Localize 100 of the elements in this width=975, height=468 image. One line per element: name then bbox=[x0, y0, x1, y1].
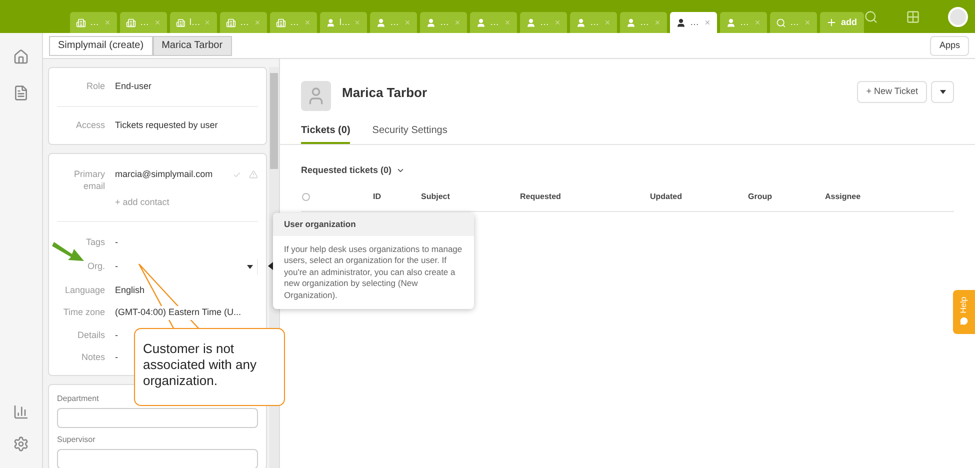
column-header: Requested bbox=[520, 190, 562, 202]
tab-label: … bbox=[390, 16, 399, 29]
tab[interactable]: l… bbox=[320, 12, 367, 33]
tab-label: … bbox=[640, 16, 649, 29]
tab-label: l… bbox=[189, 16, 200, 29]
building-icon bbox=[276, 18, 286, 28]
tab[interactable]: … bbox=[420, 12, 467, 33]
tab-label: l… bbox=[339, 16, 350, 29]
tab[interactable]: … bbox=[270, 12, 317, 33]
check-icon bbox=[233, 170, 241, 179]
user-icon bbox=[476, 18, 486, 28]
input-field[interactable] bbox=[57, 408, 258, 428]
field-label: Role bbox=[85, 80, 106, 93]
building-icon bbox=[176, 18, 186, 28]
avatar-icon bbox=[301, 81, 331, 111]
subtab[interactable]: Simplymail (create) bbox=[49, 36, 153, 56]
building-icon bbox=[76, 18, 86, 28]
field-label: Tags bbox=[84, 236, 106, 249]
chat-icon bbox=[960, 317, 968, 325]
dropdown-button[interactable] bbox=[931, 81, 954, 103]
tab-label: … bbox=[140, 16, 149, 29]
tab-label: … bbox=[440, 16, 449, 29]
tab[interactable]: … bbox=[370, 12, 417, 33]
column-header: ID bbox=[373, 190, 382, 202]
input-field[interactable] bbox=[57, 448, 258, 468]
pointer-icon bbox=[268, 262, 273, 270]
tab[interactable]: Security Settings bbox=[372, 123, 448, 144]
column-header: Updated bbox=[650, 190, 683, 202]
avatar-icon[interactable] bbox=[948, 6, 968, 26]
field-label: Language bbox=[64, 284, 106, 297]
field-label: Access bbox=[74, 118, 106, 132]
tooltip-text: If your help desk uses organizations to manage users, select an organization for the user. If you're an administrator, you can also create a new organization by selecting (New Organization). bbox=[283, 242, 464, 302]
tab-label: … bbox=[590, 16, 599, 29]
tab-label: … bbox=[790, 16, 799, 29]
tab[interactable]: l… bbox=[170, 12, 217, 33]
field-label: Notes bbox=[80, 351, 106, 364]
add-contact-link[interactable]: + add contact bbox=[115, 196, 258, 209]
user-icon bbox=[526, 18, 536, 28]
settings-icon[interactable] bbox=[13, 436, 29, 452]
tab-label: … bbox=[490, 16, 499, 29]
tab[interactable]: … bbox=[770, 12, 817, 33]
help-tab[interactable]: Help bbox=[953, 290, 975, 334]
user-icon bbox=[326, 18, 336, 28]
tab[interactable]: … bbox=[220, 12, 267, 33]
column-header: Group bbox=[748, 190, 773, 202]
tab-label: … bbox=[690, 16, 699, 29]
plus-icon bbox=[826, 17, 837, 28]
tab[interactable]: … bbox=[120, 12, 167, 33]
caret-icon bbox=[247, 264, 253, 268]
apps-grid-icon[interactable] bbox=[906, 10, 920, 24]
chart-icon[interactable] bbox=[13, 404, 29, 420]
column-header: Subject bbox=[421, 190, 451, 202]
field-value: English bbox=[115, 284, 145, 297]
tab[interactable]: … bbox=[620, 12, 667, 33]
apps-button[interactable]: Apps bbox=[930, 36, 969, 56]
user-icon bbox=[376, 18, 386, 28]
tab[interactable]: … bbox=[70, 12, 117, 33]
caret-icon bbox=[940, 90, 946, 94]
field-label: Org. bbox=[86, 260, 106, 273]
field-label: Department bbox=[57, 392, 100, 404]
field-value: (GMT-04:00) Eastern Time (U... bbox=[115, 306, 242, 320]
tab[interactable]: … bbox=[570, 12, 617, 33]
search-icon[interactable] bbox=[864, 10, 878, 24]
tab[interactable]: … bbox=[670, 12, 717, 33]
section-heading: Requested tickets (0) bbox=[301, 164, 392, 177]
tab-label: … bbox=[240, 16, 249, 29]
add-tab[interactable]: add bbox=[820, 12, 864, 33]
tab-label: add bbox=[841, 16, 858, 29]
tab-label: … bbox=[740, 16, 749, 29]
tab-label: … bbox=[290, 16, 299, 29]
field-label: Supervisor bbox=[57, 434, 96, 446]
tab[interactable]: … bbox=[520, 12, 567, 33]
tab[interactable]: Tickets (0) bbox=[301, 123, 350, 144]
tab-label: … bbox=[90, 16, 99, 29]
search-icon bbox=[776, 18, 786, 28]
user-icon bbox=[626, 18, 636, 28]
field-value: marcia@simplymail.com bbox=[115, 168, 213, 181]
new-ticket-button[interactable]: + New Ticket bbox=[857, 81, 927, 103]
field-label: Primary email bbox=[73, 168, 106, 193]
building-icon bbox=[226, 18, 236, 28]
help-label: Help bbox=[958, 296, 969, 314]
field-value: Tickets requested by user bbox=[115, 118, 218, 132]
tab[interactable]: … bbox=[470, 12, 517, 33]
building-icon bbox=[126, 18, 136, 28]
user-icon bbox=[676, 18, 686, 28]
tab-label: … bbox=[540, 16, 549, 29]
field-value: End-user bbox=[115, 80, 152, 93]
user-icon bbox=[726, 18, 736, 28]
field-label: Details bbox=[76, 328, 106, 342]
tab[interactable]: … bbox=[720, 12, 767, 33]
profile-name: Marica Tarbor bbox=[342, 84, 428, 102]
column-header: Assignee bbox=[825, 190, 861, 202]
user-icon bbox=[576, 18, 586, 28]
field-label: Time zone bbox=[62, 306, 106, 319]
tooltip-title: User organization bbox=[273, 213, 474, 236]
checkbox[interactable] bbox=[302, 192, 310, 200]
home-icon[interactable] bbox=[13, 49, 29, 65]
warning-icon bbox=[249, 170, 258, 180]
document-icon[interactable] bbox=[13, 85, 29, 101]
subtab[interactable]: Marica Tarbor bbox=[152, 36, 232, 56]
